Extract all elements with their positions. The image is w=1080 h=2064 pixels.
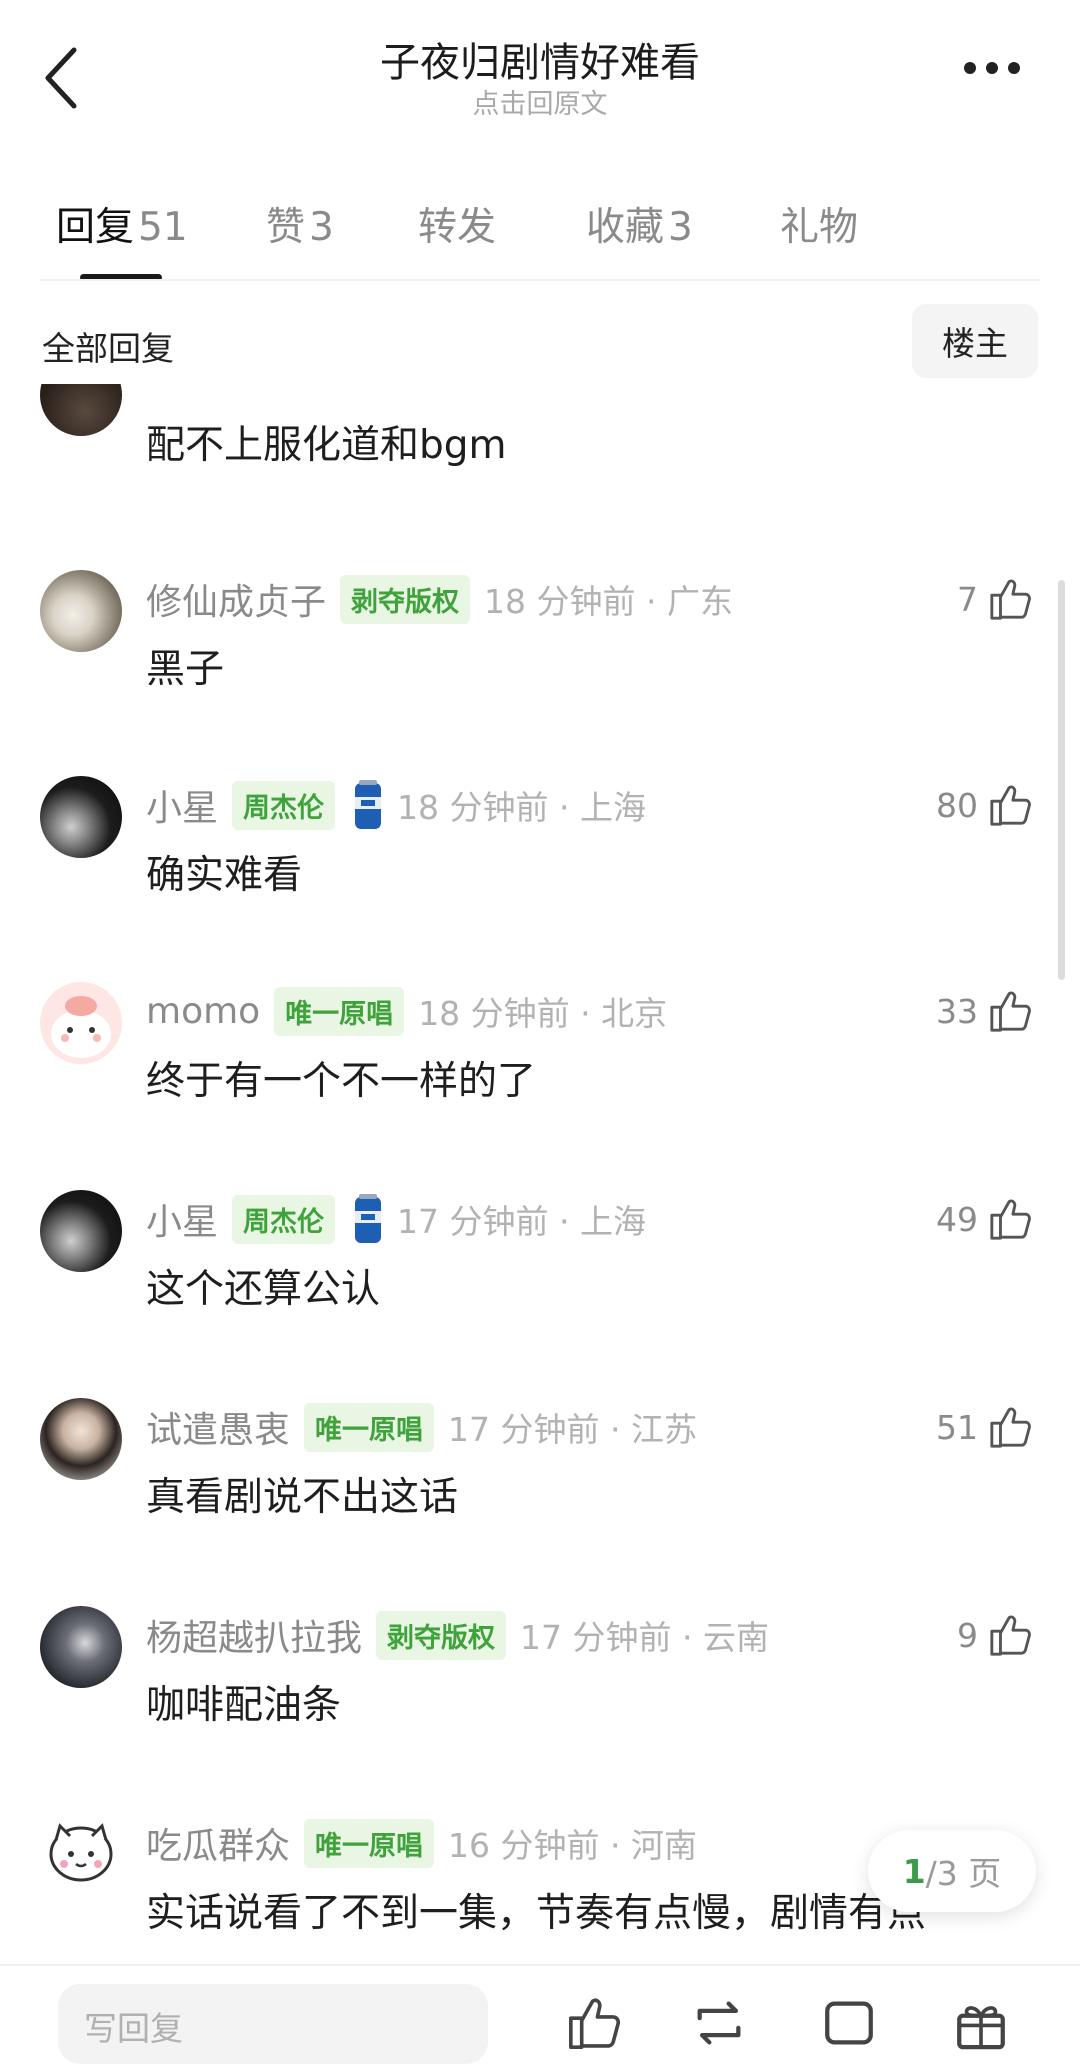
like-button[interactable]: 51 — [936, 1398, 1034, 1456]
comment-icon[interactable] — [820, 1994, 878, 2052]
like-button[interactable]: 9 — [957, 1606, 1034, 1664]
gift-icon[interactable] — [952, 1994, 1010, 2052]
comment-list[interactable]: 配不上服化道和bgm 修仙成贞子 剥夺版权 18 分钟前 · 广东 7 黑子 小… — [0, 384, 1080, 1964]
user-badge: 剥夺版权 — [340, 574, 471, 624]
username[interactable]: 小星 — [146, 1193, 218, 1245]
tab-count: 51 — [138, 205, 188, 250]
comment-text: 实话说看了不到一集，节奏有点慢，剧情有点 — [146, 1891, 927, 1936]
username[interactable]: momo — [146, 991, 260, 1032]
thumbs-up-icon — [990, 1407, 1031, 1448]
tab-label: 转发 — [418, 205, 497, 250]
comment-row[interactable]: 配不上服化道和bgm — [0, 384, 1080, 560]
avatar[interactable] — [40, 1398, 122, 1480]
tab-likes[interactable]: 赞3 — [266, 196, 334, 252]
tab-favorites[interactable]: 收藏 3 — [586, 196, 693, 252]
like-count: 51 — [936, 1407, 978, 1447]
beer-can-icon — [355, 780, 382, 829]
thumbs-up-icon — [990, 785, 1031, 826]
repost-icon[interactable] — [690, 1994, 748, 2052]
more-icon[interactable] — [964, 62, 1020, 74]
comment-text: 确实难看 — [146, 853, 303, 898]
comment-row[interactable]: 小星 周杰伦 18 分钟前 · 上海 80 确实难看 — [0, 776, 1080, 982]
page-title: 子夜归剧情好难看 — [380, 40, 700, 86]
like-button[interactable]: 7 — [957, 570, 1034, 628]
thumbs-up-icon[interactable] — [566, 1994, 624, 2052]
comment-text: 配不上服化道和bgm — [146, 423, 507, 468]
comment-time-location: 16 分钟前 · 河南 — [448, 1826, 697, 1865]
like-count: 33 — [936, 991, 978, 1031]
thumbs-up-icon — [990, 579, 1031, 620]
reply-input[interactable]: 写回复 — [58, 1984, 488, 2064]
like-button[interactable]: 49 — [936, 1190, 1034, 1248]
comment-row[interactable]: 小星 周杰伦 17 分钟前 · 上海 49 这个还算公认 — [0, 1190, 1080, 1396]
user-badge: 唯一原唱 — [274, 986, 405, 1036]
tabs-divider — [40, 279, 1040, 281]
comment-time-location: 18 分钟前 · 北京 — [418, 994, 668, 1033]
user-badge: 唯一原唱 — [304, 1818, 435, 1868]
avatar[interactable] — [40, 1814, 122, 1896]
username[interactable]: 试遣愚衷 — [146, 1401, 290, 1453]
like-count: 7 — [957, 579, 978, 619]
like-button[interactable]: 80 — [936, 776, 1034, 834]
tab-count: 3 — [668, 205, 693, 250]
thumbs-up-icon — [990, 1199, 1031, 1240]
avatar[interactable] — [40, 1606, 122, 1688]
beer-can-icon — [355, 1194, 382, 1243]
comment-row[interactable]: 试遣愚衷 唯一原唱 17 分钟前 · 江苏 51 真看剧说不出这话 — [0, 1398, 1080, 1604]
tab-replies[interactable]: 回复 51 — [56, 196, 188, 252]
like-button[interactable]: 33 — [936, 982, 1034, 1040]
avatar[interactable] — [40, 384, 122, 436]
avatar[interactable] — [40, 776, 122, 858]
thumbs-up-icon — [990, 1615, 1031, 1656]
comment-row[interactable]: 修仙成贞子 剥夺版权 18 分钟前 · 广东 7 黑子 — [0, 570, 1080, 776]
username[interactable]: 小星 — [146, 779, 218, 831]
like-count: 9 — [957, 1615, 978, 1655]
comment-time-location: 18 分钟前 · 广东 — [484, 582, 733, 621]
username[interactable]: 吃瓜群众 — [146, 1817, 290, 1869]
cartoon-face-icon — [51, 996, 111, 1058]
comment-text: 真看剧说不出这话 — [146, 1475, 459, 1520]
tab-label: 赞 — [266, 205, 306, 250]
owner-only-button[interactable]: 楼主 — [912, 304, 1038, 378]
all-replies-label: 全部回复 — [42, 329, 174, 368]
thumbs-up-icon — [990, 991, 1031, 1032]
like-count: 80 — [936, 785, 978, 825]
like-count: 49 — [936, 1199, 978, 1239]
user-badge: 周杰伦 — [232, 780, 336, 830]
comment-text: 黑子 — [146, 647, 225, 692]
tab-gifts[interactable]: 礼物 — [780, 196, 858, 252]
username[interactable]: 杨超越扒拉我 — [146, 1609, 362, 1661]
tab-label: 礼物 — [780, 205, 859, 250]
comment-row[interactable]: momo 唯一原唱 18 分钟前 · 北京 33 终于有一个不一样的了 — [0, 982, 1080, 1188]
tab-label: 收藏 — [586, 205, 665, 250]
tab-count: 3 — [309, 205, 334, 250]
comment-text: 终于有一个不一样的了 — [146, 1059, 537, 1104]
tab-label: 回复 — [56, 205, 135, 250]
comment-time-location: 17 分钟前 · 江苏 — [448, 1410, 697, 1449]
avatar[interactable] — [40, 570, 122, 652]
comment-time-location: 17 分钟前 · 云南 — [520, 1618, 769, 1657]
avatar[interactable] — [40, 982, 122, 1064]
username[interactable]: 修仙成贞子 — [146, 573, 326, 625]
total-pages: /3 页 — [925, 1854, 1002, 1893]
comment-text: 这个还算公认 — [146, 1267, 381, 1312]
user-badge: 剥夺版权 — [376, 1610, 507, 1660]
scrollbar[interactable] — [1058, 580, 1065, 980]
tab-reposts[interactable]: 转发 — [418, 196, 496, 252]
user-badge: 唯一原唱 — [304, 1402, 435, 1452]
comment-time-location: 17 分钟前 · 上海 — [397, 1202, 646, 1241]
user-badge: 周杰伦 — [232, 1194, 336, 1244]
view-original-link[interactable]: 点击回原文 — [0, 82, 1080, 121]
comment-row[interactable]: 杨超越扒拉我 剥夺版权 17 分钟前 · 云南 9 咖啡配油条 — [0, 1606, 1080, 1812]
avatar[interactable] — [40, 1190, 122, 1272]
current-page: 1 — [902, 1851, 926, 1891]
comment-time-location: 18 分钟前 · 上海 — [397, 788, 646, 827]
page-indicator[interactable]: 1/3 页 — [868, 1830, 1036, 1912]
cartoon-cat-icon — [49, 1823, 113, 1882]
comment-text: 咖啡配油条 — [146, 1683, 342, 1728]
